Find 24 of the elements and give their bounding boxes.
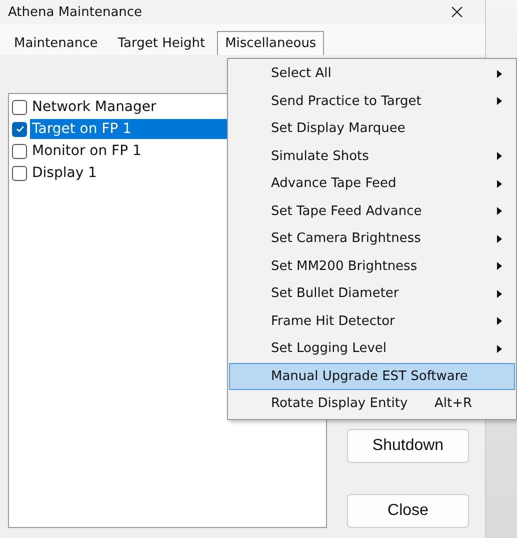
menu-entry[interactable]: Set Bullet Diameter [229, 280, 515, 308]
close-button[interactable]: Close [347, 494, 469, 528]
checkbox[interactable] [12, 122, 27, 136]
menu-entry[interactable]: Manual Upgrade EST Software [229, 362, 515, 390]
close-icon[interactable] [451, 6, 463, 18]
checkbox[interactable] [12, 144, 27, 158]
menu-entry[interactable]: Set Logging Level [229, 335, 515, 362]
window-title: Athena Maintenance [8, 4, 142, 20]
shutdown-button[interactable]: Shutdown [347, 429, 469, 463]
menu-entry[interactable]: Rotate Display Entity Alt+R [229, 390, 515, 418]
checkbox[interactable] [12, 166, 27, 180]
menu-item[interactable]: Target Height [110, 31, 214, 55]
menu-entry[interactable]: Select All [229, 60, 515, 88]
menu-entry[interactable]: Send Practice to Target [229, 88, 515, 115]
menu-entry[interactable]: Set Camera Brightness [229, 225, 515, 252]
menu-item[interactable]: Maintenance [6, 31, 106, 55]
menu-entry[interactable]: Advance Tape Feed [229, 170, 515, 198]
menu-entry[interactable]: Frame Hit Detector [229, 308, 515, 335]
menu-item[interactable]: Miscellaneous [217, 31, 324, 55]
checkbox[interactable] [12, 100, 27, 114]
checkmark-icon [14, 124, 24, 134]
menu-entry[interactable]: Simulate Shots [229, 142, 515, 170]
menu-entry[interactable]: Set MM200 Brightness [229, 252, 515, 280]
menu-entry[interactable]: Set Tape Feed Advance [229, 198, 515, 225]
